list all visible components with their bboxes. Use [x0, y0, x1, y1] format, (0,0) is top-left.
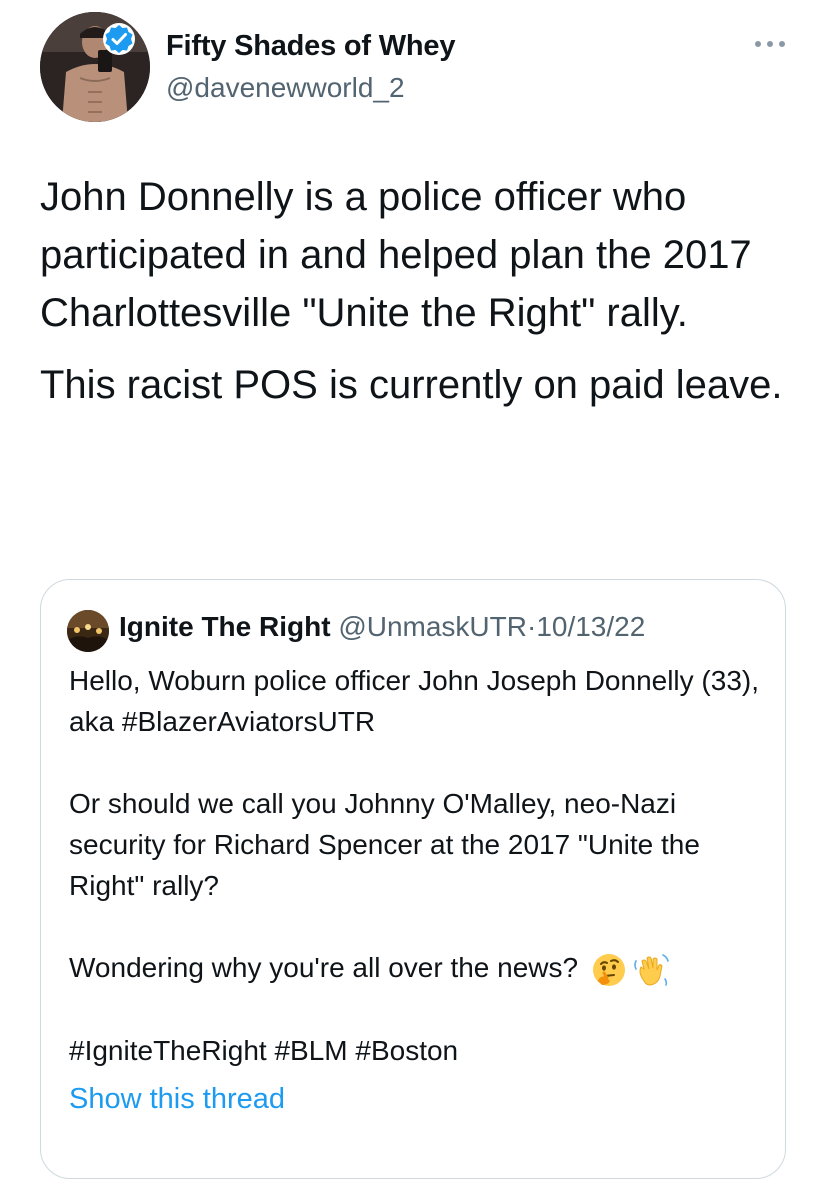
waving-hand-emoji-icon	[634, 953, 669, 986]
author-display-name[interactable]: Fifty Shades of Whey	[166, 30, 455, 63]
quoted-paragraph: Hello, Woburn police officer John Joseph…	[69, 665, 760, 737]
torch-crowd-icon	[67, 610, 109, 652]
tweet-paragraph: This racist POS is currently on paid lea…	[40, 363, 783, 407]
quoted-paragraph-with-emoji: Wondering why you're all over the news?	[69, 947, 769, 989]
quoted-tweet-card[interactable]: Ignite The Right @UnmaskUTR·10/13/22 Hel…	[40, 579, 786, 1179]
quoted-author-avatar	[67, 610, 109, 652]
thinking-face-emoji-icon	[592, 953, 625, 986]
quoted-author-name[interactable]: Ignite The Right	[119, 611, 331, 642]
tweet-text: John Donnelly is a police officer who pa…	[40, 168, 800, 414]
quoted-tweet-header: Ignite The Right @UnmaskUTR·10/13/22	[119, 611, 645, 643]
more-dots-icon[interactable]	[752, 36, 788, 52]
quoted-hashtags[interactable]: #IgniteTheRight #BLM #Boston	[69, 1030, 769, 1071]
quoted-tweet-text: Hello, Woburn police officer John Joseph…	[69, 660, 769, 1071]
author-handle[interactable]: @davenewworld_2	[166, 72, 405, 104]
quoted-paragraph-text: Wondering why you're all over the news?	[69, 952, 579, 983]
quoted-tweet-date[interactable]: 10/13/22	[536, 611, 645, 642]
show-thread-link[interactable]: Show this thread	[69, 1083, 285, 1116]
header-separator: ·	[526, 611, 537, 642]
quoted-paragraph: Or should we call you Johnny O'Malley, n…	[69, 788, 700, 901]
verified-badge-icon	[103, 23, 135, 55]
quoted-author-handle[interactable]: @UnmaskUTR	[338, 611, 527, 642]
tweet-paragraph: John Donnelly is a police officer who pa…	[40, 175, 752, 335]
